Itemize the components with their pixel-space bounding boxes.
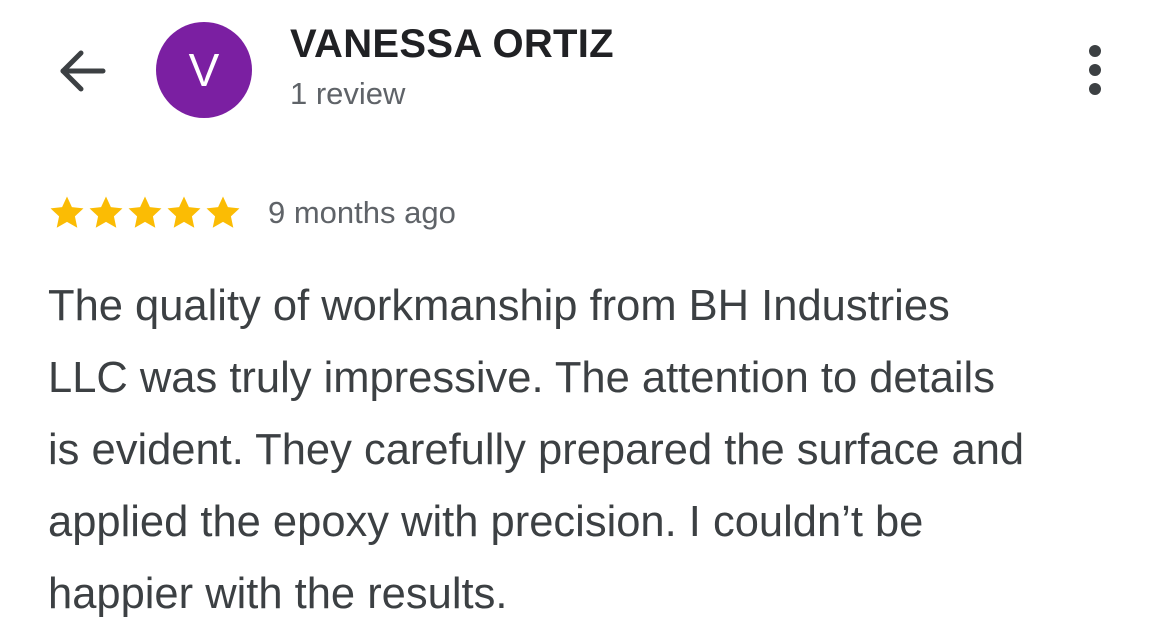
review-text-line: LLC was truly impressive. The attention … [48, 354, 995, 402]
reviewer-name[interactable]: VANESSA ORTIZ [290, 22, 614, 67]
back-button[interactable] [52, 44, 112, 98]
review-text: The quality of workmanship from BH Indus… [48, 270, 1148, 630]
star-rating [48, 194, 242, 232]
more-vertical-icon-dot [1089, 64, 1101, 76]
more-vertical-icon [1089, 45, 1101, 57]
more-vertical-icon-dot [1089, 83, 1101, 95]
star-icon [128, 196, 162, 228]
avatar-letter: V [188, 44, 220, 96]
review-text-line: is evident. They carefully prepared the … [48, 426, 1025, 474]
review-time: 9 months ago [268, 195, 456, 230]
star-icon [89, 196, 123, 228]
review-text-line: applied the epoxy with precision. I coul… [48, 498, 924, 546]
rating-row: 9 months ago [48, 192, 456, 234]
star-icon [50, 196, 84, 228]
star-icon [206, 196, 240, 228]
star-icon [167, 196, 201, 228]
more-options-button[interactable] [1070, 38, 1120, 102]
review-text-line: The quality of workmanship from BH Indus… [48, 282, 950, 330]
review-text-line: happier with the results. [48, 570, 508, 618]
avatar[interactable]: V [156, 22, 252, 118]
review-count: 1 review [290, 76, 406, 111]
arrow-left-icon [60, 50, 106, 92]
